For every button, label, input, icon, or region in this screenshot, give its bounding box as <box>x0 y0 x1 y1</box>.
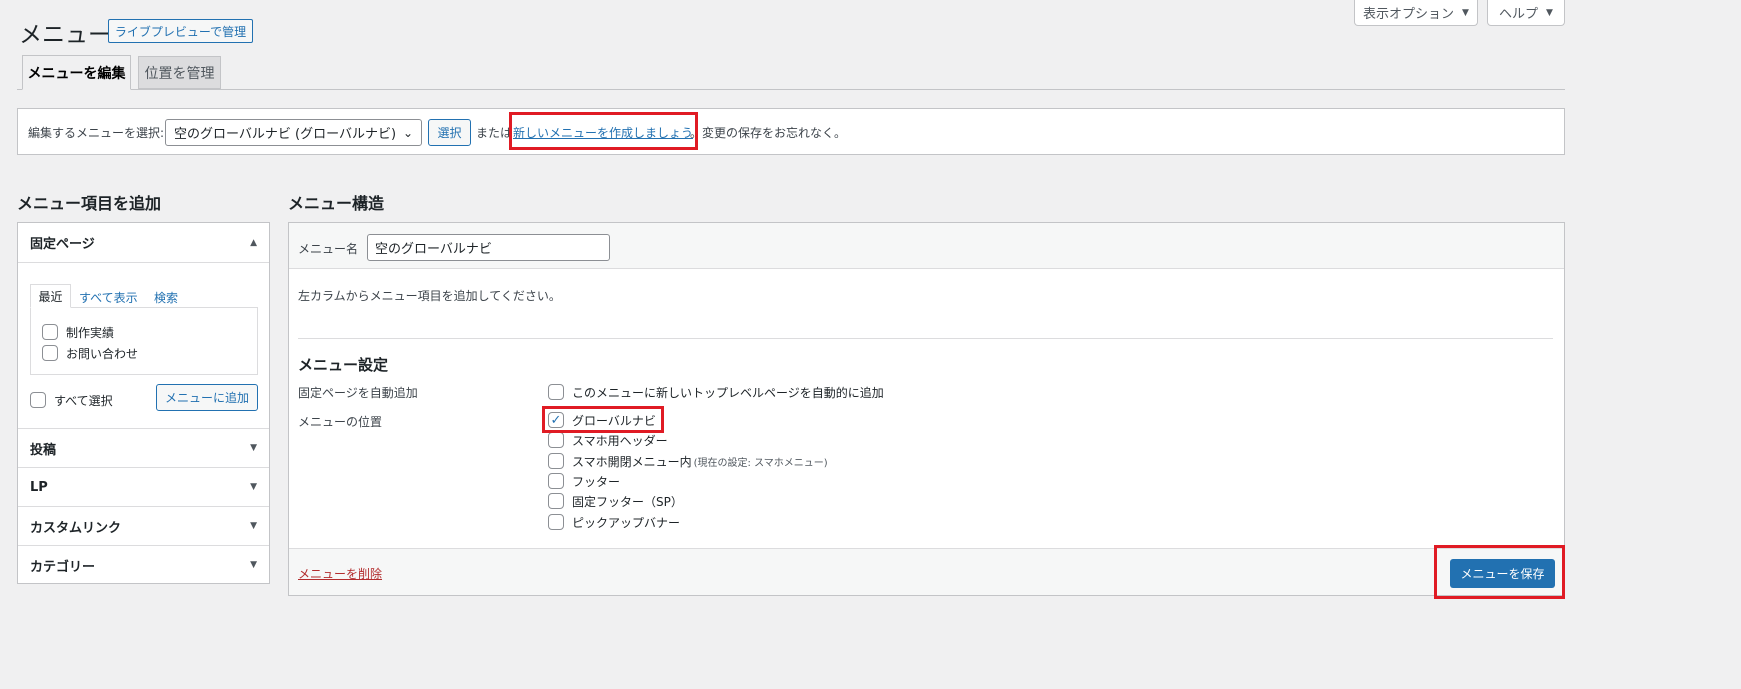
select-button[interactable]: 選択 <box>428 119 471 146</box>
menu-structure-heading: メニュー構造 <box>288 194 385 213</box>
list-item[interactable]: お問い合わせ <box>42 343 138 363</box>
lp-section-header[interactable]: LP ▼ <box>18 467 269 506</box>
add-menu-items-heading: メニュー項目を追加 <box>17 194 162 213</box>
location-label: 固定フッター（SP） <box>572 494 683 509</box>
auto-add-option[interactable]: このメニューに新しいトップレベルページを自動的に追加 <box>548 382 884 402</box>
screen-options-label: 表示オプション <box>1363 7 1455 22</box>
location-sp-drawer[interactable]: スマホ開閉メニュー内 (現在の設定: スマホメニュー) <box>548 451 828 471</box>
live-preview-button[interactable]: ライブプレビューで管理 <box>108 19 253 43</box>
list-item[interactable]: 制作実績 <box>42 322 114 342</box>
auto-add-option-label: このメニューに新しいトップレベルページを自動的に追加 <box>572 385 884 400</box>
or-text: または <box>476 126 513 140</box>
delete-menu-link[interactable]: メニューを削除 <box>298 565 382 582</box>
menu-select[interactable]: 空のグローバルナビ (グローバルナビ) ⌄ <box>165 119 422 146</box>
arrow-down-icon: ▼ <box>250 443 257 453</box>
select-menu-label: 編集するメニューを選択: <box>28 126 165 140</box>
categories-section-title: カテゴリー <box>30 559 96 575</box>
caret-down-icon: ▼ <box>1546 7 1553 18</box>
arrow-up-icon: ▲ <box>250 237 257 248</box>
pages-tab-recent[interactable]: 最近 <box>30 284 71 308</box>
auto-add-label: 固定ページを自動追加 <box>298 386 418 400</box>
menu-name-header: メニュー名 空のグローバルナビ <box>289 223 1564 269</box>
settings-divider <box>298 338 1553 339</box>
auto-add-checkbox[interactable] <box>548 384 564 400</box>
location-label: スマホ開閉メニュー内 <box>572 454 692 469</box>
location-pickup-banner[interactable]: ピックアップバナー <box>548 512 680 532</box>
arrow-down-icon: ▼ <box>250 560 257 570</box>
select-all-label: すべて選択 <box>54 393 113 408</box>
posts-section-title: 投稿 <box>30 442 57 458</box>
location-label: フッター <box>572 474 621 489</box>
tab-manage-locations[interactable]: 位置を管理 <box>138 56 221 89</box>
pages-section-title: 固定ページ <box>30 237 95 252</box>
arrow-down-icon: ▼ <box>250 482 257 492</box>
add-items-instruction: 左カラムからメニュー項目を追加してください。 <box>298 289 561 303</box>
location-footer[interactable]: フッター <box>548 471 620 491</box>
tabs-divider <box>17 89 1565 90</box>
menu-select-bar: 編集するメニューを選択: 空のグローバルナビ (グローバルナビ) ⌄ 選択 また… <box>17 108 1565 155</box>
pages-tab-search[interactable]: 検索 <box>154 289 178 306</box>
page-item-label: 制作実績 <box>66 325 115 340</box>
highlight-global-nav <box>542 406 664 433</box>
highlight-create-link <box>509 112 698 150</box>
location-fixed-footer-sp[interactable]: 固定フッター（SP） <box>548 491 683 511</box>
categories-section-header[interactable]: カテゴリー ▼ <box>18 545 269 584</box>
posts-section-header[interactable]: 投稿 ▼ <box>18 428 269 467</box>
select-all-row[interactable]: すべて選択 <box>30 390 113 410</box>
pages-tab-view-all[interactable]: すべて表示 <box>79 289 138 306</box>
save-reminder-text: 。変更の保存をお忘れなく。 <box>690 126 847 140</box>
help-label: ヘルプ <box>1499 7 1539 22</box>
location-checkbox[interactable] <box>548 514 564 530</box>
add-to-menu-button[interactable]: メニューに追加 <box>156 384 258 411</box>
location-checkbox[interactable] <box>548 453 564 469</box>
lp-section-title: LP <box>30 479 48 495</box>
custom-links-section-header[interactable]: カスタムリンク ▼ <box>18 506 269 545</box>
page-item-label: お問い合わせ <box>66 346 139 361</box>
location-sp-header[interactable]: スマホ用ヘッダー <box>548 430 668 450</box>
menu-settings-heading: メニュー設定 <box>298 356 389 374</box>
add-items-panel: 固定ページ ▲ 最近 すべて表示 検索 制作実績 お問い合わせ すべて選択 メニ… <box>17 222 270 584</box>
pages-section-header[interactable]: 固定ページ ▲ <box>18 223 269 263</box>
menu-edit-panel: メニュー名 空のグローバルナビ 左カラムからメニュー項目を追加してください。 メ… <box>288 222 1565 596</box>
page-checkbox[interactable] <box>42 324 58 340</box>
menu-select-value: 空のグローバルナビ (グローバルナビ) <box>174 127 397 142</box>
location-label: ピックアップバナー <box>572 515 681 530</box>
menu-name-label: メニュー名 <box>298 242 359 256</box>
menu-name-input[interactable]: 空のグローバルナビ <box>367 234 610 261</box>
location-note: (現在の設定: スマホメニュー) <box>693 457 828 469</box>
tab-edit-menu[interactable]: メニューを編集 <box>22 55 131 90</box>
location-label: スマホ用ヘッダー <box>572 433 668 448</box>
caret-down-icon: ▼ <box>1462 7 1469 18</box>
highlight-save-button <box>1434 545 1565 599</box>
help-tab[interactable]: ヘルプ ▼ <box>1487 0 1565 26</box>
page-title: メニュー <box>19 22 111 48</box>
select-all-checkbox[interactable] <box>30 392 46 408</box>
chevron-down-icon: ⌄ <box>402 125 413 140</box>
pages-list: 制作実績 お問い合わせ <box>30 307 258 375</box>
menu-edit-footer: メニューを削除 メニューを保存 <box>289 548 1564 595</box>
screen-options-tab[interactable]: 表示オプション ▼ <box>1354 0 1478 26</box>
location-checkbox[interactable] <box>548 493 564 509</box>
arrow-down-icon: ▼ <box>250 521 257 531</box>
page-checkbox[interactable] <box>42 345 58 361</box>
location-checkbox[interactable] <box>548 473 564 489</box>
menu-position-label: メニューの位置 <box>298 415 383 429</box>
location-checkbox[interactable] <box>548 432 564 448</box>
menu-name-value: 空のグローバルナビ <box>375 242 492 257</box>
custom-links-section-title: カスタムリンク <box>30 520 122 536</box>
